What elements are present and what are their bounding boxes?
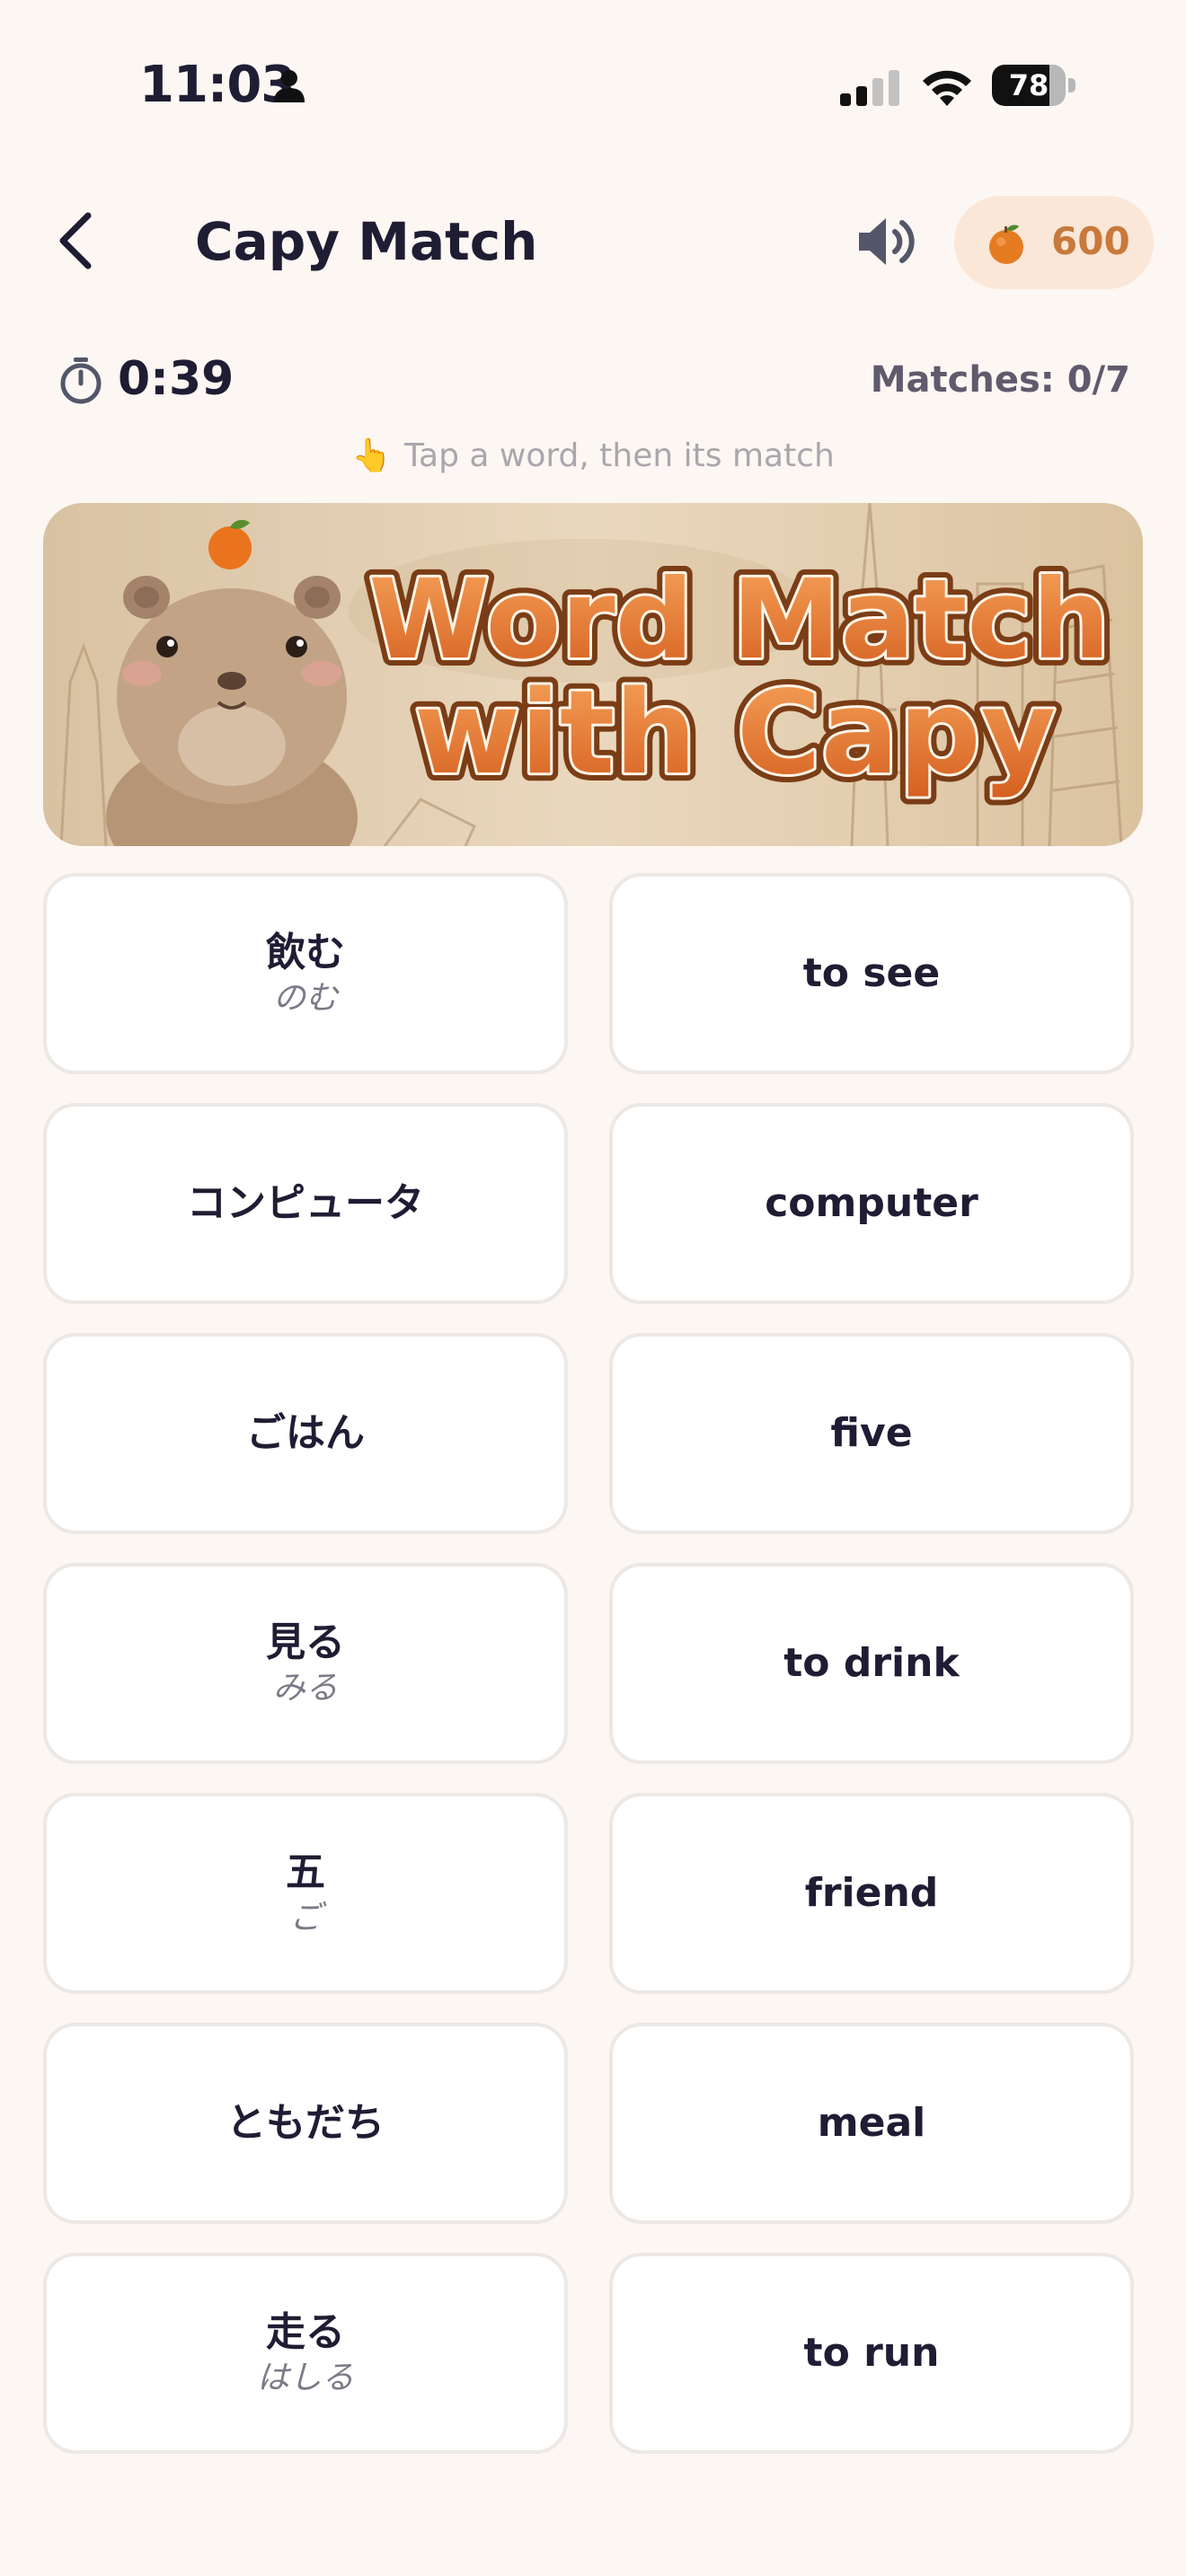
wifi-icon	[923, 70, 971, 106]
left-word-card[interactable]: 五 ご	[43, 1793, 568, 1994]
banner-title-line-2: with Capy	[414, 666, 1056, 800]
card-meaning: meal	[817, 2100, 926, 2146]
left-word-card[interactable]: ともだち	[43, 2023, 568, 2224]
stopwatch-icon	[60, 357, 102, 404]
battery-icon: 78	[992, 65, 1076, 106]
left-word-card[interactable]: 飲む のむ	[43, 873, 568, 1074]
card-meaning: friend	[804, 1870, 939, 1916]
orange-icon	[989, 225, 1023, 264]
card-reading: のむ	[272, 980, 338, 1017]
banner-title-line-1: Word Match	[368, 556, 1110, 684]
card-word: 見る	[266, 1619, 345, 1665]
left-word-card[interactable]: 見る みる	[43, 1563, 568, 1764]
card-word: 五	[286, 1849, 325, 1895]
right-meaning-card[interactable]: meal	[609, 2023, 1134, 2224]
right-meaning-card[interactable]: to see	[609, 873, 1134, 1074]
right-meaning-card[interactable]: five	[609, 1333, 1134, 1534]
matches-counter: Matches: 0/7	[870, 359, 1130, 401]
person-icon	[274, 70, 305, 102]
coin-count: 600	[1051, 219, 1130, 263]
left-word-card[interactable]: コンピュータ	[43, 1103, 568, 1304]
card-meaning: computer	[765, 1180, 978, 1226]
card-meaning: five	[830, 1410, 913, 1456]
timer-value: 0:39	[118, 352, 235, 406]
battery-level: 78	[1008, 68, 1049, 102]
pointing-hand-icon: 👆	[351, 437, 393, 474]
card-reading: はしる	[256, 2360, 354, 2396]
banner-image: Word Match Word Match with Capy with Cap…	[43, 503, 1143, 846]
card-meaning: to drink	[783, 1640, 960, 1686]
card-word: コンピュータ	[187, 1180, 424, 1226]
hint-text: 👆 Tap a word, then its match	[0, 437, 1186, 474]
card-word: ごはん	[246, 1410, 365, 1456]
signal-icon	[840, 70, 899, 106]
card-word: ともだち	[226, 2100, 385, 2146]
right-meaning-card[interactable]: computer	[609, 1103, 1134, 1304]
left-word-card[interactable]: 走る はしる	[43, 2253, 568, 2454]
right-meaning-card[interactable]: to run	[609, 2253, 1134, 2454]
back-button[interactable]	[45, 205, 108, 277]
card-word: 走る	[266, 2309, 345, 2355]
page-title: Capy Match	[195, 211, 538, 272]
card-meaning: to run	[803, 2330, 940, 2376]
speaker-icon[interactable]	[854, 210, 922, 273]
card-reading: ご	[288, 1900, 322, 1936]
card-word: 飲む	[266, 930, 345, 975]
right-meaning-card[interactable]: to drink	[609, 1563, 1134, 1764]
hint-label: Tap a word, then its match	[404, 437, 835, 474]
card-reading: みる	[272, 1670, 338, 1707]
card-meaning: to see	[802, 950, 941, 996]
right-meaning-card[interactable]: friend	[609, 1793, 1134, 1994]
left-word-card[interactable]: ごはん	[43, 1333, 568, 1534]
coin-balance[interactable]: 600	[954, 196, 1154, 289]
